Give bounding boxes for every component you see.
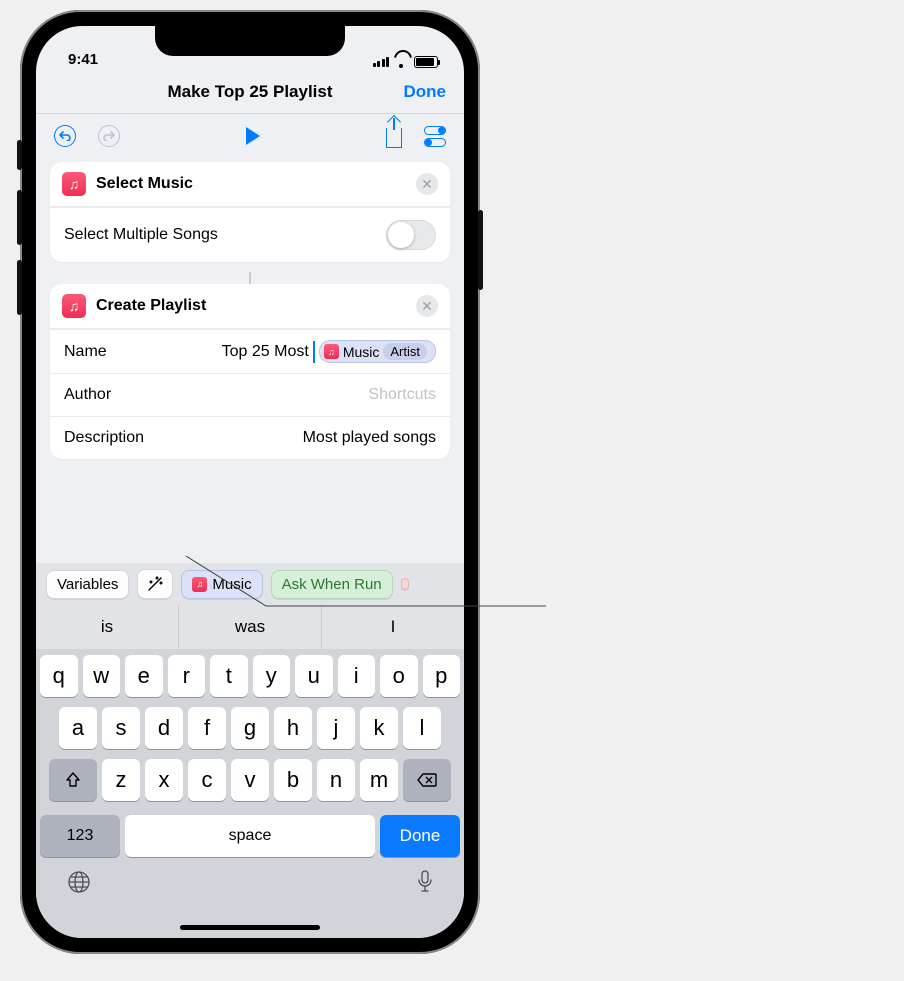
page-title: Make Top 25 Playlist [167,82,332,102]
settings-button[interactable] [424,126,446,147]
name-text: Top 25 Most [222,343,309,361]
status-bar: 9:41 [36,26,464,70]
key-l[interactable]: l [403,707,441,749]
music-app-icon: ♫ [62,172,86,196]
volume-up-button [17,190,22,245]
status-time: 9:41 [68,51,98,68]
home-indicator[interactable] [180,925,320,930]
music-variable-token[interactable]: ♫ Music Artist [319,340,436,363]
shift-key[interactable] [49,759,97,801]
key-i[interactable]: i [338,655,376,697]
share-button[interactable] [386,128,402,148]
key-j[interactable]: j [317,707,355,749]
key-b[interactable]: b [274,759,312,801]
key-u[interactable]: u [295,655,333,697]
key-d[interactable]: d [145,707,183,749]
text-caret [313,341,315,363]
suggestion[interactable]: is [36,605,179,649]
key-f[interactable]: f [188,707,226,749]
select-multiple-toggle[interactable] [386,220,436,250]
numbers-key[interactable]: 123 [40,815,120,857]
play-button[interactable] [246,127,260,145]
key-o[interactable]: o [380,655,418,697]
action-create-playlist: ♫ Create Playlist ✕ Name Top 25 Most ♫ M… [50,284,450,459]
ask-when-run-chip[interactable]: Ask When Run [271,570,393,599]
wifi-icon [394,57,409,68]
suggestion[interactable]: I [322,605,464,649]
key-w[interactable]: w [83,655,121,697]
chip-label: Music [212,576,251,593]
description-label: Description [64,429,144,447]
action-title: Create Playlist [96,297,416,315]
author-label: Author [64,386,111,404]
dictation-key[interactable] [416,869,434,902]
keyboard-done-key[interactable]: Done [380,815,460,857]
suggestion[interactable]: was [179,605,322,649]
key-a[interactable]: a [59,707,97,749]
cellular-icon [373,57,390,67]
side-button [478,210,483,290]
done-button[interactable]: Done [404,82,447,102]
remove-action-button[interactable]: ✕ [416,295,438,317]
magic-variable-button[interactable] [137,569,173,599]
action-connector [249,272,251,284]
key-row-2: a s d f g h j k l [40,707,460,749]
backspace-key[interactable] [403,759,451,801]
name-label: Name [64,343,107,361]
key-q[interactable]: q [40,655,78,697]
phone-frame: 9:41 Make Top 25 Playlist Done [20,10,480,954]
name-field[interactable]: Top 25 Most ♫ Music Artist [115,340,436,363]
key-row-3: z x c v b n m [40,759,460,801]
key-x[interactable]: x [145,759,183,801]
key-v[interactable]: v [231,759,269,801]
description-field[interactable]: Most played songs [303,429,436,447]
variables-button[interactable]: Variables [46,570,129,599]
key-e[interactable]: e [125,655,163,697]
remove-action-button[interactable]: ✕ [416,173,438,195]
key-r[interactable]: r [168,655,206,697]
space-key[interactable]: space [125,815,375,857]
key-t[interactable]: t [210,655,248,697]
status-right [373,56,439,68]
clipboard-chip-partial[interactable] [401,578,409,590]
action-title: Select Music [96,175,416,193]
key-g[interactable]: g [231,707,269,749]
globe-key[interactable] [66,869,92,902]
key-p[interactable]: p [423,655,461,697]
screen: 9:41 Make Top 25 Playlist Done [36,26,464,938]
suggestion-row: is was I [36,605,464,649]
music-app-icon: ♫ [192,577,207,592]
volume-down-button [17,260,22,315]
key-m[interactable]: m [360,759,398,801]
key-n[interactable]: n [317,759,355,801]
battery-icon [414,56,438,68]
key-row-1: q w e r t y u i o p [40,655,460,697]
author-field[interactable]: Shortcuts [368,386,436,404]
keyboard: is was I q w e r t y u i o p a [36,605,464,938]
action-header[interactable]: ♫ Select Music ✕ [50,162,450,207]
token-property[interactable]: Artist [383,343,427,360]
action-header[interactable]: ♫ Create Playlist ✕ [50,284,450,329]
action-select-music: ♫ Select Music ✕ Select Multiple Songs [50,162,450,262]
key-y[interactable]: y [253,655,291,697]
token-label: Music [343,344,380,360]
undo-button[interactable] [54,125,76,147]
key-c[interactable]: c [188,759,226,801]
key-z[interactable]: z [102,759,140,801]
key-h[interactable]: h [274,707,312,749]
shortcut-editor: ♫ Select Music ✕ Select Multiple Songs ♫… [36,158,464,563]
mute-switch [17,140,22,170]
toolbar [36,114,464,158]
music-app-icon: ♫ [324,344,339,359]
key-k[interactable]: k [360,707,398,749]
redo-button [98,125,120,147]
key-s[interactable]: s [102,707,140,749]
music-app-icon: ♫ [62,294,86,318]
music-variable-chip[interactable]: ♫ Music [181,570,262,599]
select-multiple-label: Select Multiple Songs [64,226,218,244]
variable-bar: Variables ♫ Music Ask When Run [36,563,464,605]
nav-bar: Make Top 25 Playlist Done [36,70,464,114]
key-row-4: 123 space Done [36,815,464,865]
